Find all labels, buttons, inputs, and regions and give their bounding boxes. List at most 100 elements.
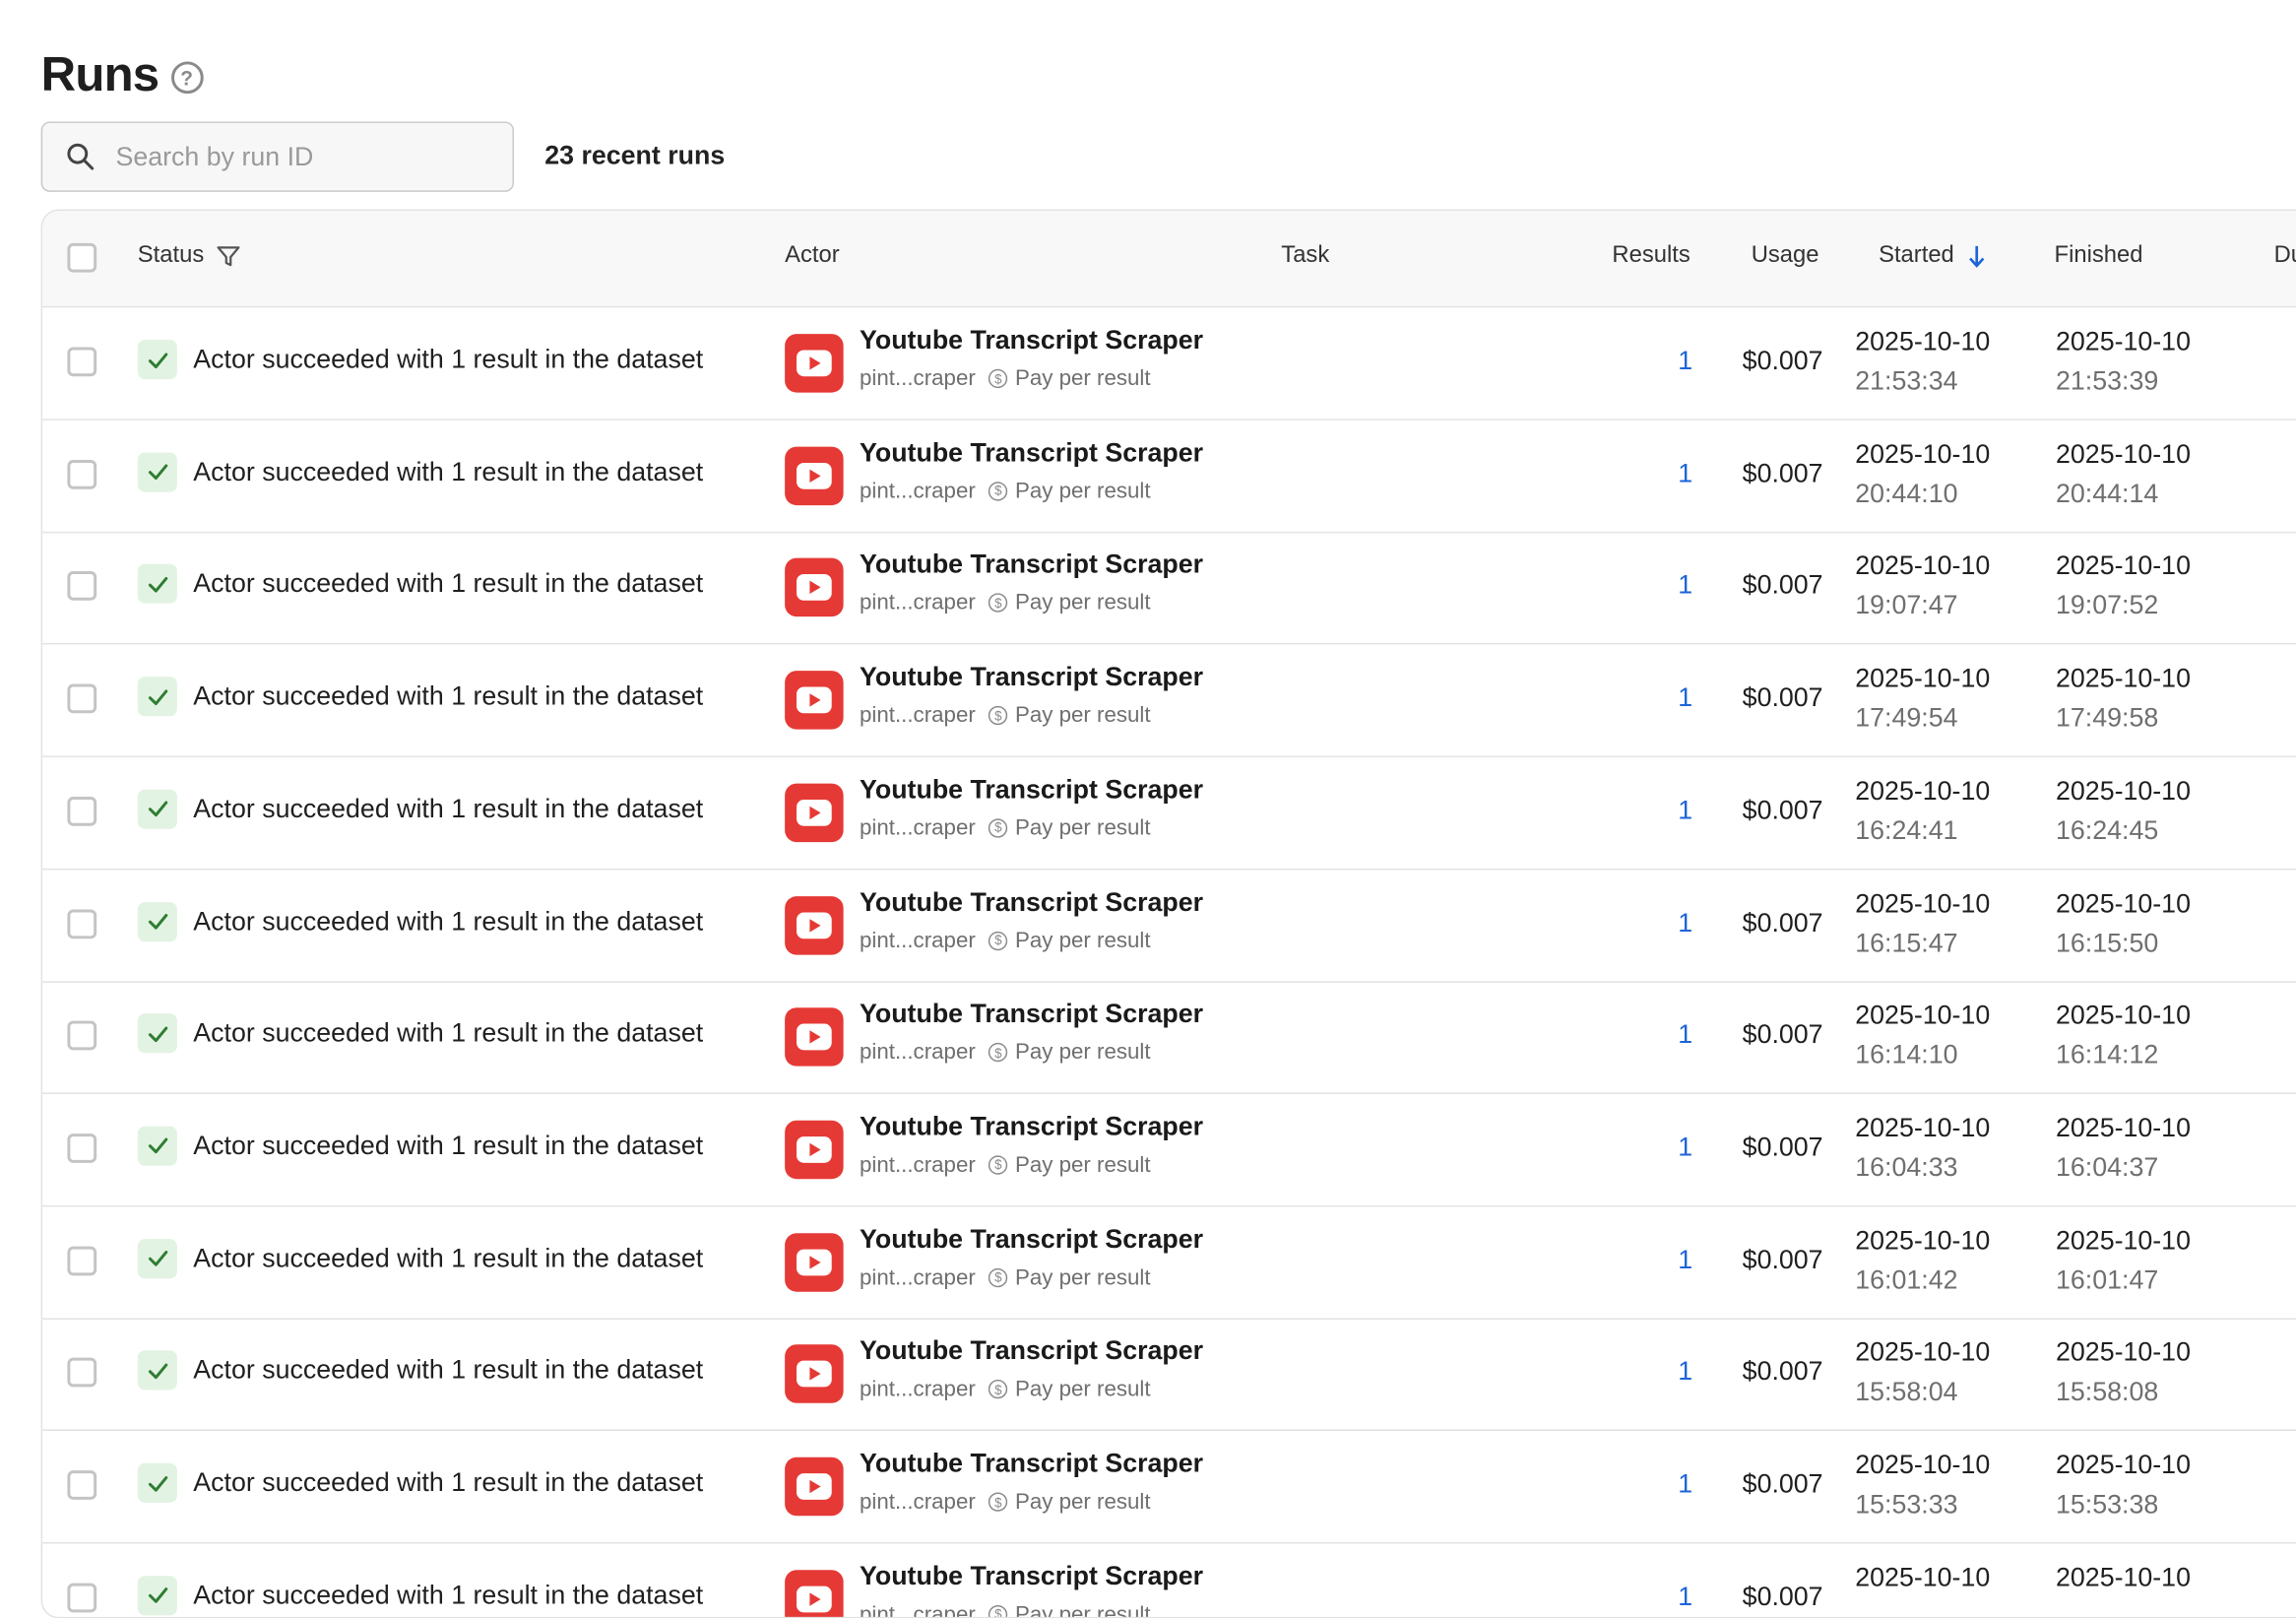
table-row[interactable]: Actor succeeded with 1 result in the dat… <box>42 1431 2296 1544</box>
finished-time: 16:04:37 <box>2056 1152 2159 1183</box>
results-link[interactable]: 1 <box>1653 682 1692 713</box>
finished-date: 2025-10-10 <box>2056 1225 2191 1255</box>
row-checkbox[interactable] <box>67 1583 97 1612</box>
actor-name[interactable]: Youtube Transcript Scraper <box>860 886 1203 917</box>
results-link[interactable]: 1 <box>1653 1245 1692 1275</box>
finished-date: 2025-10-10 <box>2056 1450 2191 1480</box>
youtube-icon <box>785 1456 844 1517</box>
results-link[interactable]: 1 <box>1653 795 1692 825</box>
actor-name[interactable]: Youtube Transcript Scraper <box>860 437 1203 468</box>
status-text[interactable]: Actor succeeded with 1 result in the dat… <box>193 1580 703 1610</box>
usage-value: $0.007 <box>1742 1244 1823 1274</box>
row-checkbox[interactable] <box>67 908 97 938</box>
usage-value: $0.007 <box>1742 1468 1823 1499</box>
status-text[interactable]: Actor succeeded with 1 result in the dat… <box>193 1018 703 1049</box>
table-row[interactable]: Actor succeeded with 1 result in the dat… <box>42 307 2296 421</box>
actor-name[interactable]: Youtube Transcript Scraper <box>860 1112 1203 1142</box>
table-row[interactable]: Actor succeeded with 1 result in the dat… <box>42 982 2296 1095</box>
sort-down-icon[interactable] <box>1966 243 1987 270</box>
status-text[interactable]: Actor succeeded with 1 result in the dat… <box>193 457 703 487</box>
actor-name[interactable]: Youtube Transcript Scraper <box>860 774 1203 805</box>
finished-time: 16:15:50 <box>2056 928 2159 957</box>
header-actor[interactable]: Actor <box>785 243 840 270</box>
actor-name[interactable]: Youtube Transcript Scraper <box>860 1336 1203 1367</box>
header-task[interactable]: Task <box>1281 243 1329 270</box>
usage-value: $0.007 <box>1742 795 1823 824</box>
actor-meta: pint...craper $ Pay per result <box>859 1601 1151 1618</box>
finished-time: 17:49:58 <box>2056 702 2159 733</box>
run-count: 23 recent runs <box>544 140 726 170</box>
table-row[interactable]: Actor succeeded with 1 result in the dat… <box>42 1206 2296 1320</box>
results-link[interactable]: 1 <box>1653 346 1692 376</box>
table-row[interactable]: Actor succeeded with 1 result in the dat… <box>42 757 2296 871</box>
table-row[interactable]: Actor succeeded with 1 result in the dat… <box>42 870 2296 983</box>
select-all-checkbox[interactable] <box>67 242 97 273</box>
results-link[interactable]: 1 <box>1653 1132 1692 1162</box>
status-text[interactable]: Actor succeeded with 1 result in the dat… <box>193 1131 703 1161</box>
header-results[interactable]: Results <box>1612 243 1690 270</box>
question-icon[interactable]: ? <box>170 61 203 95</box>
actor-id: pint...craper <box>859 1601 976 1618</box>
status-text[interactable]: Actor succeeded with 1 result in the dat… <box>193 906 703 937</box>
status-text[interactable]: Actor succeeded with 1 result in the dat… <box>193 569 703 600</box>
row-checkbox[interactable] <box>67 1470 97 1500</box>
results-link[interactable]: 1 <box>1653 1469 1692 1500</box>
results-link[interactable]: 1 <box>1653 570 1692 601</box>
actor-name[interactable]: Youtube Transcript Scraper <box>860 325 1203 356</box>
actor-name[interactable]: Youtube Transcript Scraper <box>860 1449 1203 1479</box>
results-link[interactable]: 1 <box>1653 1019 1692 1050</box>
search-input[interactable] <box>112 140 485 174</box>
status-text[interactable]: Actor succeeded with 1 result in the dat… <box>193 1467 703 1498</box>
table-row[interactable]: Actor succeeded with 1 result in the dat… <box>42 645 2296 758</box>
row-checkbox[interactable] <box>67 1246 97 1275</box>
header-status[interactable]: Status <box>138 243 242 270</box>
actor-name[interactable]: Youtube Transcript Scraper <box>860 1224 1203 1255</box>
row-checkbox[interactable] <box>67 683 97 714</box>
pricing-label: Pay per result <box>1014 590 1151 616</box>
table-row[interactable]: Actor succeeded with 1 result in the dat… <box>42 1543 2296 1618</box>
status-text[interactable]: Actor succeeded with 1 result in the dat… <box>193 794 703 824</box>
usage-value: $0.007 <box>1742 1019 1823 1050</box>
status-text[interactable]: Actor succeeded with 1 result in the dat… <box>193 344 703 374</box>
header-started[interactable]: Started <box>1879 243 1986 270</box>
row-checkbox[interactable] <box>67 347 97 377</box>
search-box[interactable] <box>40 121 515 192</box>
finished-time: 21:53:39 <box>2056 365 2159 396</box>
results-link[interactable]: 1 <box>1653 458 1692 488</box>
row-checkbox[interactable] <box>67 1358 97 1388</box>
table-row[interactable]: Actor succeeded with 1 result in the dat… <box>42 1094 2296 1207</box>
table-row[interactable]: Actor succeeded with 1 result in the dat… <box>42 532 2296 645</box>
filter-icon[interactable] <box>216 243 242 270</box>
header-usage[interactable]: Usage <box>1752 243 1819 270</box>
results-link[interactable]: 1 <box>1653 1582 1692 1612</box>
started-date: 2025-10-10 <box>1855 1337 1991 1367</box>
row-checkbox[interactable] <box>67 1020 97 1051</box>
header-finished[interactable]: Finished <box>2055 243 2143 270</box>
status-text[interactable]: Actor succeeded with 1 result in the dat… <box>193 681 703 712</box>
results-link[interactable]: 1 <box>1653 1357 1692 1388</box>
success-check-icon <box>137 340 177 380</box>
actor-name[interactable]: Youtube Transcript Scraper <box>860 662 1203 692</box>
finished-time: 15:53:38 <box>2056 1489 2159 1520</box>
started-date: 2025-10-10 <box>1855 438 1991 469</box>
row-checkbox[interactable] <box>67 1133 97 1163</box>
results-link[interactable]: 1 <box>1653 907 1692 938</box>
status-text[interactable]: Actor succeeded with 1 result in the dat… <box>193 1355 703 1386</box>
table-row[interactable]: Actor succeeded with 1 result in the dat… <box>42 1319 2296 1432</box>
status-text[interactable]: Actor succeeded with 1 result in the dat… <box>193 1243 703 1273</box>
row-checkbox[interactable] <box>67 571 97 602</box>
started-date: 2025-10-10 <box>1855 326 1991 356</box>
row-checkbox[interactable] <box>67 796 97 826</box>
actor-name[interactable]: Youtube Transcript Scraper <box>860 1561 1203 1591</box>
row-checkbox[interactable] <box>67 459 97 489</box>
started-date: 2025-10-10 <box>1855 1113 1991 1142</box>
actor-id: pint...craper <box>859 478 976 504</box>
actor-name[interactable]: Youtube Transcript Scraper <box>860 1000 1203 1030</box>
success-check-icon <box>137 789 177 829</box>
actor-name[interactable]: Youtube Transcript Scraper <box>860 550 1203 580</box>
table-row[interactable]: Actor succeeded with 1 result in the dat… <box>42 420 2296 533</box>
header-duration[interactable]: Du <box>2274 243 2296 270</box>
youtube-icon <box>785 895 844 954</box>
pricing-label: Pay per result <box>1014 928 1151 953</box>
finished-date: 2025-10-10 <box>2056 775 2191 806</box>
